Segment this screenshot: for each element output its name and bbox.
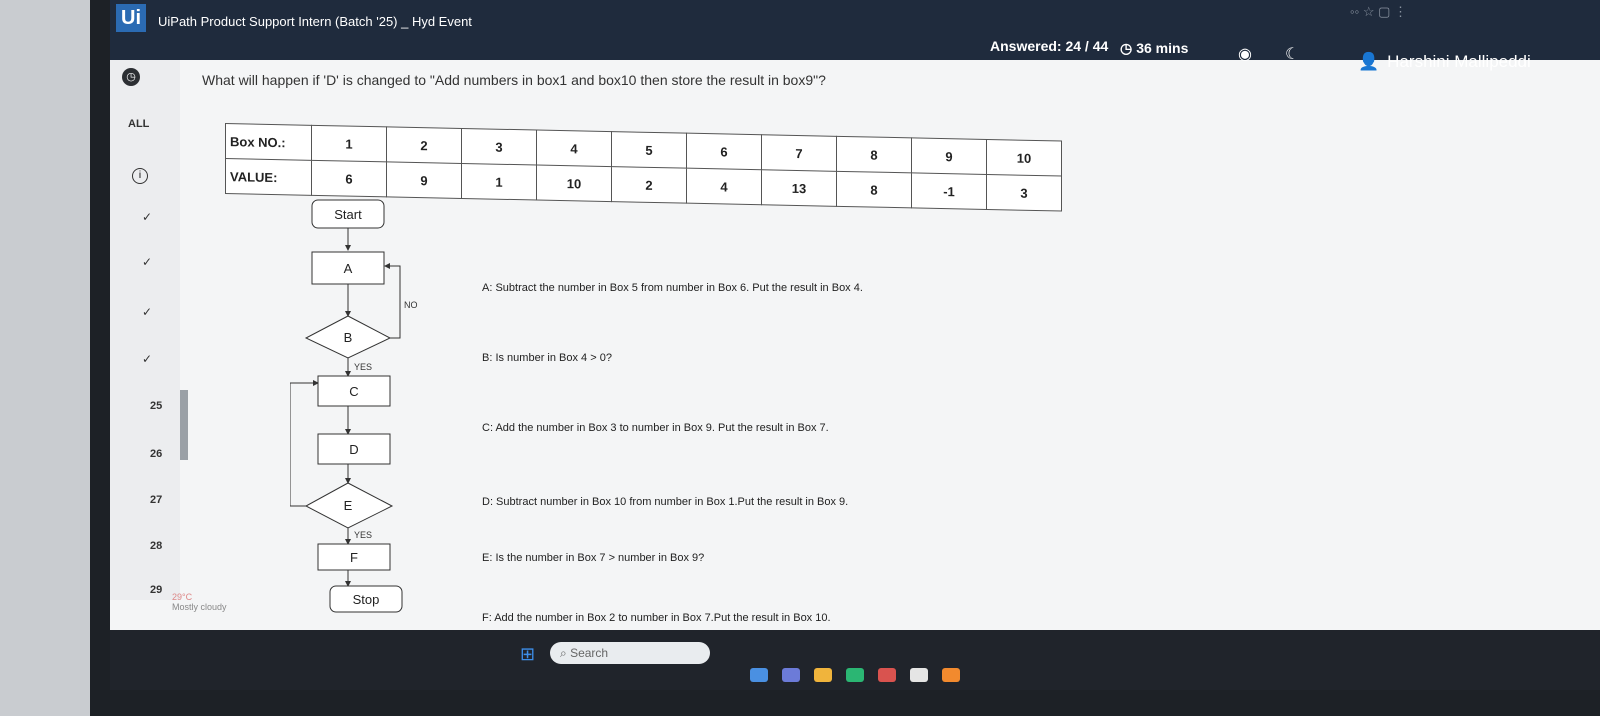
search-icon: ⌕ (560, 646, 571, 660)
windows-start-icon[interactable]: ⊞ (520, 644, 535, 665)
clock-icon: ◷ (1120, 40, 1133, 56)
app-title: UiPath Product Support Intern (Batch '25… (158, 14, 472, 29)
folder-icon[interactable] (814, 668, 832, 682)
timer-value: 36 mins (1136, 40, 1189, 56)
user-menu[interactable]: 👤 Harshini Mallipeddi (1358, 52, 1531, 72)
desc-c: C: Add the number in Box 3 to number in … (482, 422, 829, 434)
desc-f: F: Add the number in Box 2 to number in … (482, 612, 831, 624)
b-no-label: NO (404, 300, 418, 310)
box-no-label: Box NO.: (225, 123, 312, 161)
weather-temp: 29°C (172, 592, 193, 602)
user-name: Harshini Mallipeddi (1387, 52, 1531, 71)
box-number: 8 (836, 136, 912, 173)
app-icon[interactable] (942, 668, 960, 682)
box-number: 4 (536, 130, 612, 167)
node-d-label: D (349, 442, 358, 457)
nav-item-25[interactable]: 25 (150, 400, 162, 412)
nav-item-26[interactable]: 26 (150, 448, 162, 460)
desc-b: B: Is number in Box 4 > 0? (482, 352, 612, 364)
question-nav: ◷ ALL i ✓ ✓ ✓ ✓ 25 26 27 28 29 (110, 60, 180, 600)
box-value: 1 (461, 163, 537, 201)
teams-icon[interactable] (782, 668, 800, 682)
box-value: 13 (761, 169, 837, 207)
weather-condition: Mostly cloudy (172, 602, 227, 612)
b-yes-label: YES (354, 362, 372, 372)
box-value: 8 (836, 171, 912, 208)
top-bar: Ui UiPath Product Support Intern (Batch … (110, 0, 1600, 71)
screen: Ui UiPath Product Support Intern (Batch … (110, 0, 1600, 690)
box-number: 5 (611, 131, 687, 169)
chrome-icon[interactable] (910, 668, 928, 682)
browser-toolbar-icons[interactable]: ◦◦ ☆ ▢ ⋮ (1350, 4, 1407, 20)
current-question-indicator (180, 390, 188, 460)
word-icon[interactable] (878, 668, 896, 682)
check-icon: ✓ (142, 255, 153, 269)
moon-icon[interactable]: ☾ (1285, 44, 1299, 64)
user-icon: 👤 (1358, 52, 1380, 71)
answered-count: Answered: 24 / 44 (990, 38, 1109, 54)
question-text: What will happen if 'D' is changed to "A… (202, 72, 826, 88)
box-number: 2 (386, 126, 462, 164)
box-number: 1 (311, 125, 387, 162)
node-c-label: C (349, 384, 358, 399)
box-value: 10 (536, 165, 612, 202)
box-value: 6 (311, 160, 387, 197)
e-yes-label: YES (354, 530, 372, 540)
desc-d: D: Subtract number in Box 10 from number… (482, 496, 849, 508)
timer: ◷ 36 mins (1120, 40, 1188, 57)
desc-e: E: Is the number in Box 7 > number in Bo… (482, 552, 705, 564)
nav-item-27[interactable]: 27 (150, 494, 162, 506)
node-e-label: E (344, 498, 353, 513)
box-number: 9 (911, 137, 987, 175)
edge-icon[interactable] (846, 668, 864, 682)
start-label: Start (334, 207, 362, 222)
uipath-logo: Ui (116, 4, 146, 32)
node-b-label: B (344, 330, 353, 345)
check-icon: ✓ (142, 210, 153, 224)
taskbar: ⊞ ⌕ Search (110, 630, 1600, 690)
info-icon[interactable]: i (132, 168, 148, 184)
node-a-label: A (344, 261, 353, 276)
nav-all[interactable]: ALL (128, 118, 149, 130)
search-placeholder: Search (570, 646, 609, 660)
clock-icon[interactable]: ◷ (122, 68, 140, 86)
eye-icon[interactable]: ◉ (1238, 44, 1252, 64)
box-number: 6 (686, 133, 762, 170)
file-explorer-icon[interactable] (750, 668, 768, 682)
check-icon: ✓ (142, 352, 153, 366)
box-number: 10 (986, 139, 1062, 177)
box-value: 9 (386, 161, 462, 199)
box-value: 3 (986, 174, 1062, 212)
desc-a: A: Subtract the number in Box 5 from num… (482, 282, 863, 294)
nav-item-28[interactable]: 28 (150, 540, 162, 552)
box-value: -1 (911, 172, 987, 210)
box-value: 2 (611, 166, 687, 204)
nav-item-29[interactable]: 29 (150, 584, 162, 596)
check-icon: ✓ (142, 305, 153, 319)
box-value: 4 (686, 168, 762, 205)
box-number: 3 (461, 128, 537, 166)
weather-widget[interactable]: 29°C Mostly cloudy (172, 592, 227, 612)
box-number: 7 (761, 134, 837, 172)
stop-label: Stop (353, 592, 380, 607)
taskbar-search[interactable]: ⌕ Search (550, 642, 710, 664)
value-label: VALUE: (225, 158, 312, 196)
node-f-label: F (350, 550, 358, 565)
